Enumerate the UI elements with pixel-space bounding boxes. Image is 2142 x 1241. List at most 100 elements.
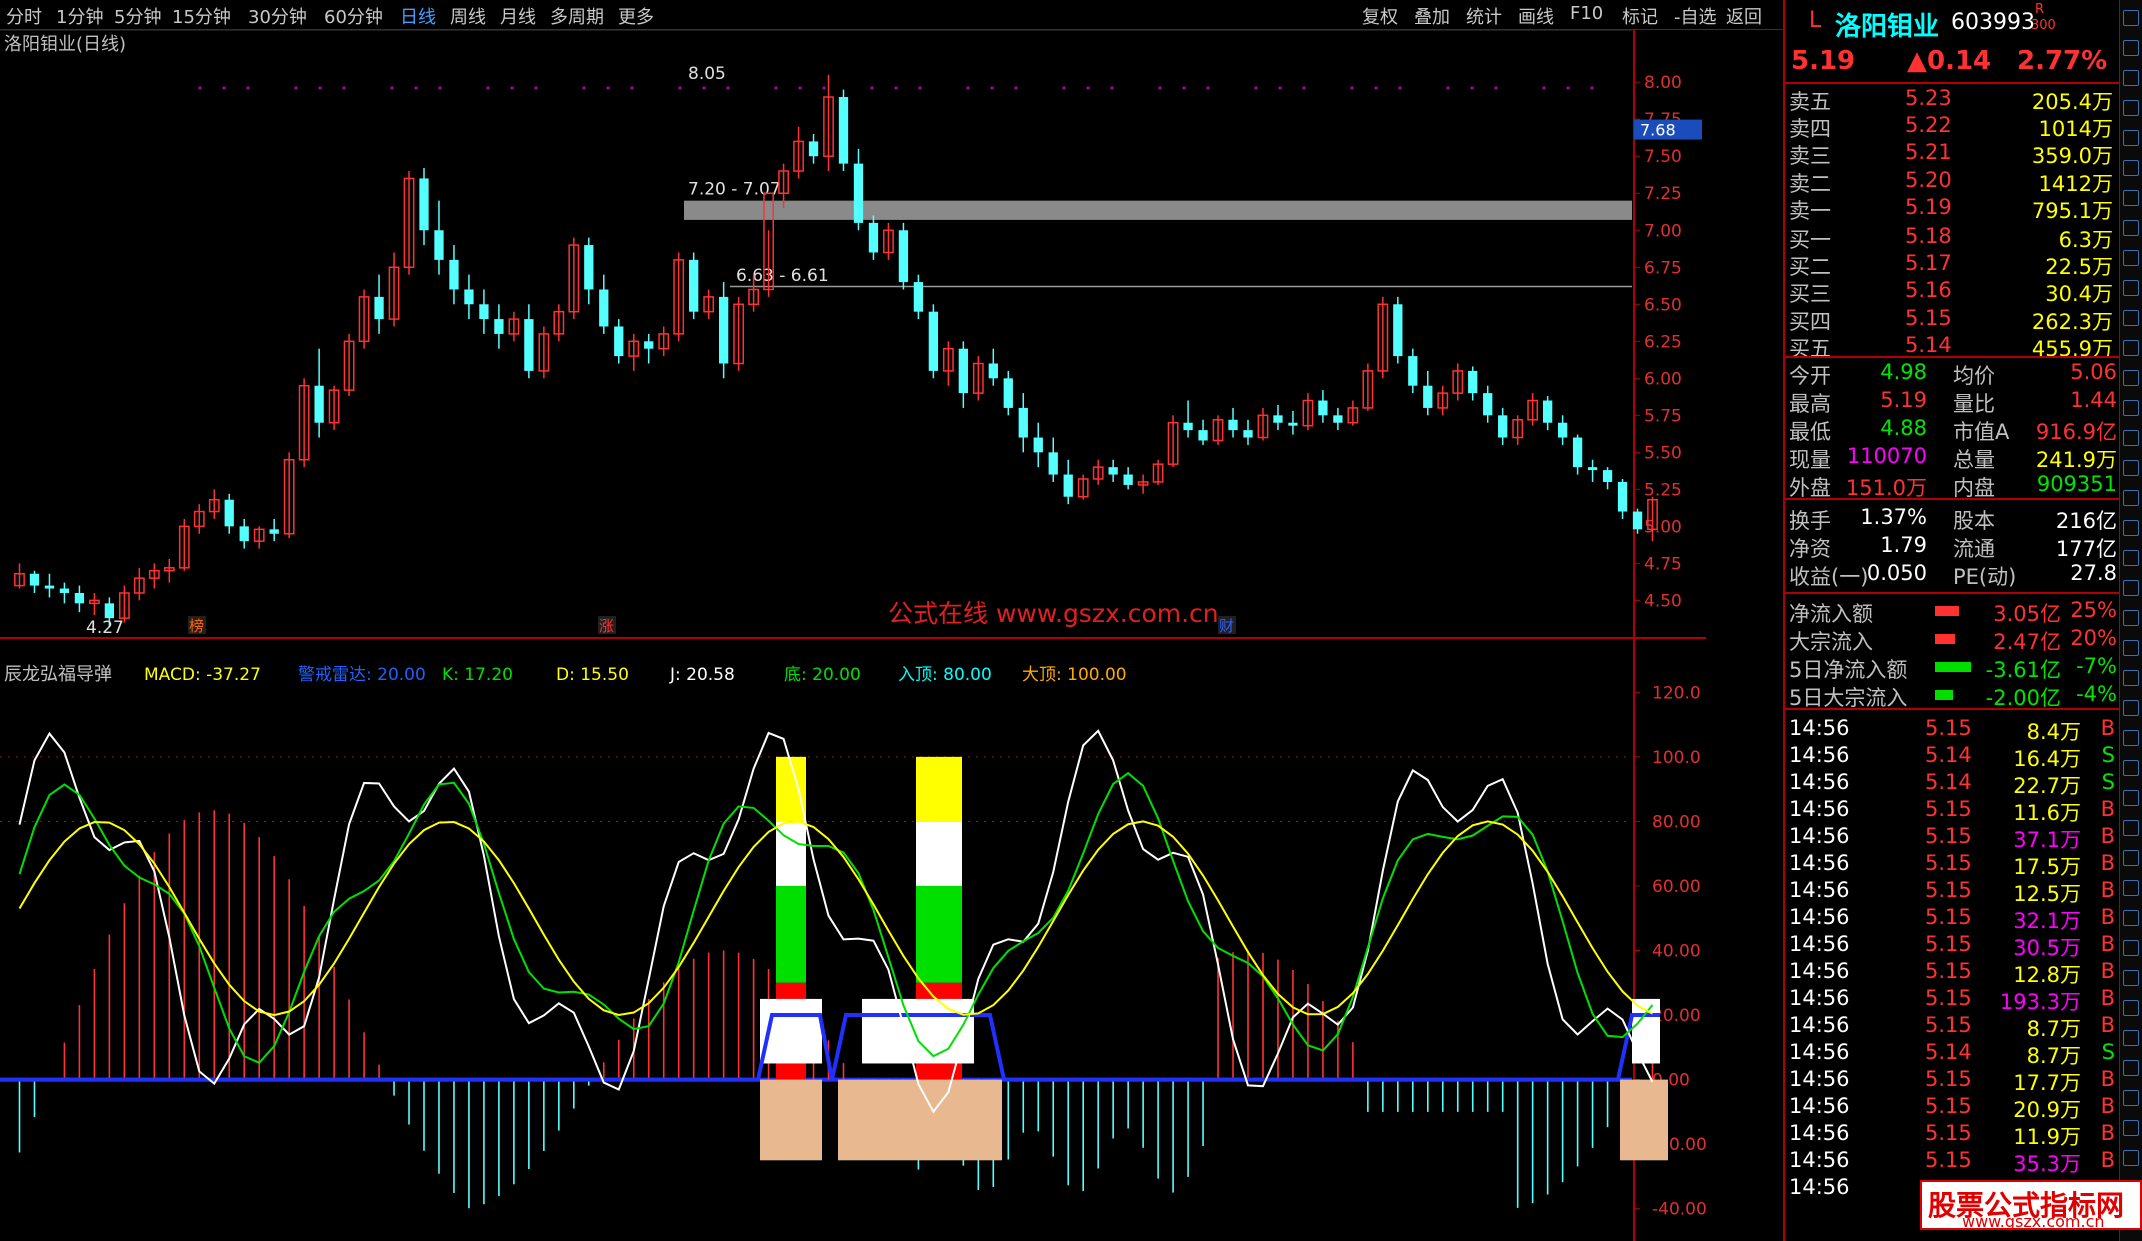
orderbook-row[interactable]: 买一 5.18 6.3万 [1785, 224, 2121, 252]
side-tool-icon[interactable] [2123, 1060, 2139, 1076]
missile-segment [916, 885, 962, 983]
period-tab[interactable]: 多周期 [550, 3, 604, 29]
side-tool-icon[interactable] [2123, 1120, 2139, 1136]
side-tool-icon[interactable] [2123, 760, 2139, 776]
side-tool-icon[interactable] [2123, 880, 2139, 896]
candle-body [928, 311, 939, 371]
candle-body [494, 319, 504, 334]
side-tool-icon[interactable] [2123, 820, 2139, 836]
side-tool-icon[interactable] [2123, 1030, 2139, 1046]
orderbook-row[interactable]: 卖二 5.20 1412万 [1785, 168, 2121, 196]
flow-value: 2.47亿 [1993, 630, 2061, 654]
orderbook-row[interactable]: 买四 5.15 262.3万 [1785, 306, 2121, 334]
period-tab[interactable]: 更多 [618, 3, 654, 29]
orderbook-row[interactable]: 买三 5.16 30.4万 [1785, 278, 2121, 306]
side-tool-icon[interactable] [2123, 850, 2139, 866]
orderbook-row[interactable]: 卖一 5.19 795.1万 [1785, 195, 2121, 223]
toolbar-action[interactable]: -自选 [1674, 3, 1717, 29]
tick-price: 5.15 [1925, 716, 1972, 740]
side-tool-icon[interactable] [2123, 1150, 2139, 1166]
side-tool-icon[interactable] [2123, 580, 2139, 596]
tick-price: 5.15 [1925, 824, 1972, 848]
period-tab[interactable]: 日线 [400, 3, 436, 29]
toolbar-action[interactable]: 叠加 [1414, 3, 1450, 29]
indicator-legend: MACD: -37.27 [144, 665, 261, 685]
toolbar-action[interactable]: F10 [1570, 3, 1603, 24]
period-tab[interactable]: 30分钟 [248, 3, 307, 29]
price-line: 5.19 ▲0.14 2.77% [1785, 46, 2121, 78]
toolbar-action[interactable]: 画线 [1518, 3, 1554, 29]
indicator-title: 辰龙弘福导弹 [4, 664, 112, 685]
side-tool-icon[interactable] [2123, 400, 2139, 416]
candle-body [1108, 467, 1118, 475]
orderbook-row[interactable]: 卖四 5.22 1014万 [1785, 113, 2121, 141]
side-tool-icon[interactable] [2123, 10, 2139, 26]
flow-pct: 20% [2070, 626, 2117, 650]
side-tool-icon[interactable] [2123, 40, 2139, 56]
stat-label: 净资 [1789, 537, 1831, 561]
toolbar-action[interactable]: 复权 [1362, 3, 1398, 29]
period-tab[interactable]: 月线 [500, 3, 536, 29]
orderbook-label: 卖一 [1789, 198, 1831, 223]
signal-dot [1494, 86, 1498, 90]
side-tool-icon[interactable] [2123, 970, 2139, 986]
tick-row: 14:56 5.15 17.7万 B [1785, 1067, 2121, 1095]
side-tool-icon[interactable] [2123, 430, 2139, 446]
fund-flow-row: 净流入额 3.05亿 25% [1785, 598, 2121, 626]
signal-dot [1014, 86, 1018, 90]
side-tool-icon[interactable] [2123, 490, 2139, 506]
side-tool-icon[interactable] [2123, 340, 2139, 356]
side-tool-icon[interactable] [2123, 250, 2139, 266]
signal-dot [1398, 86, 1402, 90]
side-tool-icon[interactable] [2123, 670, 2139, 686]
side-tool-icon[interactable] [2123, 730, 2139, 746]
side-tool-icon[interactable] [2123, 370, 2139, 386]
stat-label: 流通 [1953, 537, 1995, 561]
period-tab[interactable]: 5分钟 [114, 3, 161, 29]
orderbook-row[interactable]: 卖五 5.23 205.4万 [1785, 86, 2121, 114]
side-tool-icon[interactable] [2123, 610, 2139, 626]
tick-side: B [2100, 905, 2115, 929]
side-tool-icon[interactable] [2123, 1090, 2139, 1106]
candle-body [913, 282, 924, 312]
side-tool-icon[interactable] [2123, 910, 2139, 926]
side-tool-icon[interactable] [2123, 190, 2139, 206]
orderbook-row[interactable]: 卖三 5.21 359.0万 [1785, 140, 2121, 168]
period-tab[interactable]: 周线 [450, 3, 486, 29]
side-tool-icon[interactable] [2123, 280, 2139, 296]
side-tool-icon[interactable] [2123, 220, 2139, 236]
side-tool-icon[interactable] [2123, 310, 2139, 326]
main-chart[interactable]: 洛阳钼业(日线)8.007.757.507.257.006.756.506.25… [0, 30, 1706, 1241]
period-tab[interactable]: 分时 [6, 3, 42, 29]
stat-value: 1.37% [1860, 505, 1927, 529]
indicator-tick-label: 120.0 [1652, 683, 1701, 703]
side-tool-icon[interactable] [2123, 160, 2139, 176]
stat-value: 177亿 [2055, 537, 2117, 561]
candle-body [1408, 356, 1418, 386]
orderbook-row[interactable]: 买二 5.17 22.5万 [1785, 251, 2121, 279]
tick-side: B [2100, 1013, 2115, 1037]
toolbar-action[interactable]: 统计 [1466, 3, 1502, 29]
period-tab[interactable]: 15分钟 [172, 3, 231, 29]
side-tool-icon[interactable] [2123, 70, 2139, 86]
flow-label: 净流入额 [1789, 602, 1873, 626]
side-tool-icon[interactable] [2123, 100, 2139, 116]
candle-body [1542, 400, 1553, 423]
toolbar-action[interactable]: 返回 [1726, 3, 1762, 29]
tick-side: S [2101, 743, 2115, 767]
side-tool-icon[interactable] [2123, 130, 2139, 146]
stat-label: 最低 [1789, 420, 1831, 444]
period-tab[interactable]: 60分钟 [324, 3, 383, 29]
side-tool-icon[interactable] [2123, 640, 2139, 656]
side-tool-icon[interactable] [2123, 460, 2139, 476]
side-tool-icon[interactable] [2123, 940, 2139, 956]
toolbar-action[interactable]: 标记 [1622, 3, 1658, 29]
period-tab[interactable]: 1分钟 [56, 3, 103, 29]
side-tool-icon[interactable] [2123, 700, 2139, 716]
side-tool-icon[interactable] [2123, 790, 2139, 806]
side-tool-icon[interactable] [2123, 520, 2139, 536]
side-tool-icon[interactable] [2123, 550, 2139, 566]
signal-dot [582, 86, 586, 90]
side-tool-icon[interactable] [2123, 1000, 2139, 1016]
candle-body [1483, 393, 1493, 416]
